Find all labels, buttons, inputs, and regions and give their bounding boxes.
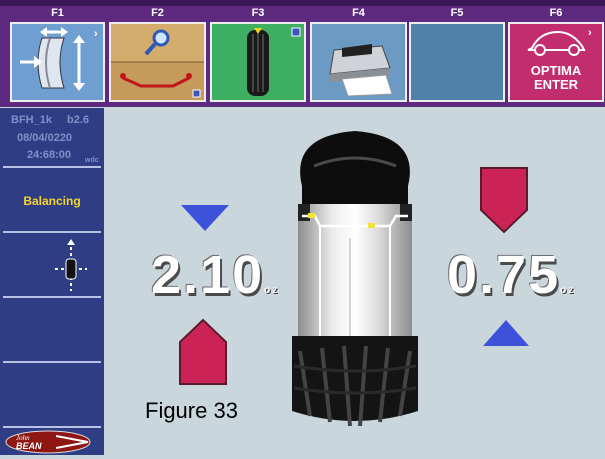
wheel-dimensions-icon: › xyxy=(12,24,103,100)
enter-label: ENTER xyxy=(533,77,579,92)
tire-cross-section-icon xyxy=(292,131,418,427)
figure-caption: Figure 33 xyxy=(145,398,238,423)
f4-key-label: F4 xyxy=(352,7,365,19)
svg-text:BEAN: BEAN xyxy=(16,441,42,451)
date-readout: 08/04/0220 xyxy=(17,132,73,144)
left-weight-marker-icon xyxy=(179,318,227,385)
software-version: b2.6 xyxy=(67,114,90,126)
john-bean-logo: John BEAN xyxy=(4,430,96,454)
tire-tread-icon xyxy=(212,24,304,100)
sidebar-item-empty-1[interactable] xyxy=(3,300,101,363)
sidebar-item-empty-2[interactable] xyxy=(3,365,101,428)
sidebar: BFH_1k b2.6 08/04/0220 24:68:00 wdc Bala… xyxy=(0,108,104,455)
svg-text:›: › xyxy=(94,28,98,40)
balancing-mode-label: Balancing xyxy=(23,194,81,208)
wheel-position-icon xyxy=(55,239,87,291)
printer-icon xyxy=(312,24,405,100)
f2-search-alignment-button[interactable] xyxy=(109,22,206,102)
f6-key-label: F6 xyxy=(549,7,563,19)
f5-empty-button[interactable] xyxy=(409,22,505,102)
car-wheel-icon: › xyxy=(527,27,592,56)
top-strip xyxy=(0,0,605,6)
f1-wheel-dimensions-button[interactable]: › xyxy=(10,22,105,102)
right-weight-value: 0.75oz xyxy=(447,245,576,305)
left-unit-label: oz xyxy=(264,285,280,296)
f2-key-label: F2 xyxy=(151,7,164,19)
f3-key-label: F3 xyxy=(251,7,265,19)
function-key-bar: F1 F2 F3 F4 F5 F6 › › OPTIMA ENTER xyxy=(0,0,605,107)
left-down-arrow-icon xyxy=(181,205,229,231)
search-axle-icon xyxy=(111,24,204,100)
f6-optima-enter-button[interactable]: › OPTIMA ENTER xyxy=(508,22,604,102)
machine-id: BFH_1k xyxy=(11,114,52,126)
right-up-arrow-icon xyxy=(483,320,529,346)
optima-label: OPTIMA xyxy=(530,63,582,78)
sidebar-item-balancing[interactable]: Balancing xyxy=(3,170,101,233)
f3-tire-button[interactable] xyxy=(210,22,306,102)
f5-key-label: F5 xyxy=(450,7,464,19)
time-readout: 24:68:00 xyxy=(27,149,72,161)
svg-text:›: › xyxy=(588,27,592,39)
sidebar-item-position[interactable] xyxy=(3,235,101,298)
info-suffix: wdc xyxy=(85,157,99,164)
left-weight-value: 2.10oz xyxy=(151,245,280,305)
machine-info-panel: BFH_1k b2.6 08/04/0220 24:68:00 wdc xyxy=(3,108,101,168)
f4-print-button[interactable] xyxy=(310,22,407,102)
right-unit-label: oz xyxy=(560,285,576,296)
right-weight-marker-icon xyxy=(480,167,528,234)
f1-key-label: F1 xyxy=(51,7,64,19)
